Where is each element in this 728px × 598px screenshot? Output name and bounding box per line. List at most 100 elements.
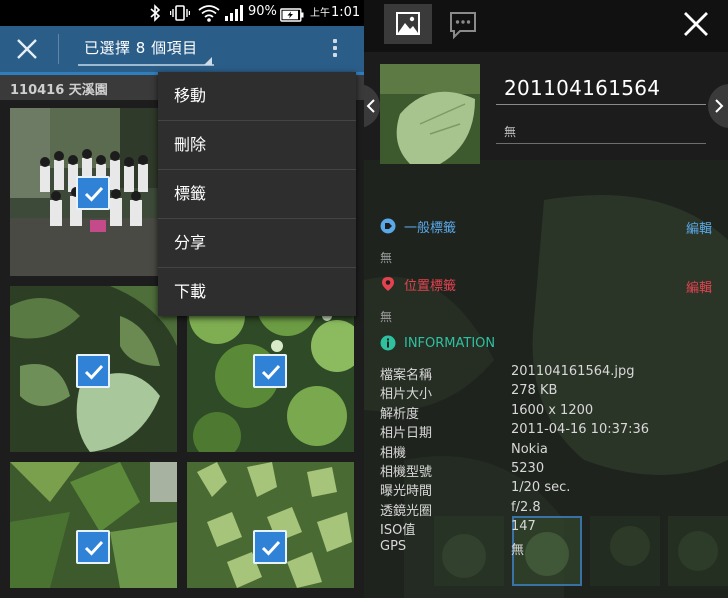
photo-tab[interactable] (384, 4, 432, 44)
selection-count-title[interactable]: 已選擇 8 個項目 (84, 37, 198, 58)
comment-tab-icon[interactable] (448, 10, 478, 40)
bluetooth-icon (150, 4, 161, 22)
info-row-gps: GPS 無 (380, 539, 720, 558)
location-tags-edit-link[interactable]: 編輯 (686, 277, 712, 296)
info-row-exposure: 曝光時間 1/20 sec. (380, 480, 720, 499)
selected-checkbox[interactable] (76, 354, 110, 388)
information-table: 檔案名稱 201104161564.jpg 相片大小 278 KB 解析度 1600 … (380, 364, 720, 558)
info-value: 278 KB (511, 383, 558, 399)
chevron-left-icon (366, 99, 375, 113)
info-icon (380, 335, 396, 351)
photo-thumbnail-1[interactable] (10, 108, 177, 276)
selection-action-bar: 已選擇 8 個項目 (0, 26, 364, 72)
overflow-popup-menu: 移動 刪除 標籤 分享 下載 (158, 72, 356, 316)
menu-item-download[interactable]: 下載 (158, 268, 356, 317)
info-row-resolution: 解析度 1600 x 1200 (380, 403, 720, 422)
general-tags-value: 無 (380, 251, 393, 265)
selected-checkbox[interactable] (76, 530, 110, 564)
info-value: Nokia (511, 441, 548, 457)
photo-thumbnail-3[interactable] (10, 286, 177, 452)
info-value: 201104161564.jpg (511, 364, 635, 379)
location-tags-value: 無 (380, 310, 393, 324)
clock: 上午1:01 (310, 4, 360, 20)
info-row-camera: 相機 Nokia (380, 442, 720, 461)
menu-item-share[interactable]: 分享 (158, 219, 356, 268)
detail-top-bar (364, 0, 728, 52)
info-value: 147 (511, 519, 536, 535)
info-row-model: 相機型號 5230 (380, 461, 720, 480)
general-tags-edit-link[interactable]: 編輯 (686, 218, 712, 237)
chevron-right-icon (715, 99, 724, 113)
info-key: 檔案名稱 (380, 368, 433, 383)
gallery-selection-screen: 90% 上午1:01 已選擇 8 個項目 110416 天溪園 移動 刪除 標籤… (0, 0, 364, 598)
info-key: 解析度 (380, 406, 420, 422)
filename-field[interactable]: 201104161564 (504, 76, 660, 100)
previous-photo-button[interactable] (364, 84, 380, 128)
overflow-menu-icon[interactable] (326, 36, 344, 64)
album-title: 110416 天溪園 (10, 83, 108, 98)
selected-checkbox[interactable] (76, 176, 110, 210)
information-title: INFORMATION (404, 335, 496, 351)
check-icon (261, 540, 281, 556)
signal-icon (225, 5, 243, 21)
info-value: 1600 x 1200 (511, 402, 594, 418)
location-tags-title: 位置標籤 (404, 278, 457, 294)
info-value: 1/20 sec. (511, 480, 571, 496)
general-tags-header: 一般標籤 (380, 216, 456, 236)
photo-detail-screen: 201104161564 無 一般標籤 編輯 無 位置標籤 編輯 無 INFOR… (364, 0, 728, 598)
info-key: 相機型號 (380, 464, 433, 480)
info-row-iso: ISO值 147 (380, 519, 720, 538)
selected-checkbox[interactable] (253, 354, 287, 388)
close-icon[interactable] (682, 10, 710, 38)
tag-icon (380, 218, 396, 234)
check-icon (84, 186, 104, 202)
info-key: GPS (380, 538, 407, 554)
next-photo-button[interactable] (708, 84, 728, 128)
info-value: 無 (511, 542, 525, 558)
check-icon (84, 540, 104, 556)
description-field[interactable]: 無 (504, 123, 516, 140)
menu-item-tag[interactable]: 標籤 (158, 170, 356, 219)
battery-charging-icon (280, 8, 304, 22)
info-key: 曝光時間 (380, 484, 433, 500)
vibrate-icon (170, 5, 190, 21)
action-bar-divider (58, 34, 59, 64)
info-key: ISO值 (380, 523, 416, 539)
filename-underline (496, 104, 706, 105)
info-row-aperture: 透鏡光圈 f/2.8 (380, 500, 720, 519)
clock-time: 1:01 (331, 5, 361, 20)
clock-ampm: 上午 (310, 8, 330, 19)
menu-item-move[interactable]: 移動 (158, 72, 356, 121)
info-row-filesize: 相片大小 278 KB (380, 383, 720, 402)
info-key: 相片日期 (380, 426, 433, 442)
detail-photo-thumbnail[interactable] (380, 64, 480, 164)
info-key: 相機 (380, 445, 407, 461)
ivy-leaves-photo-image (187, 462, 354, 588)
photo-thumbnail-5[interactable] (10, 462, 177, 588)
battery-percent: 90% (248, 4, 277, 19)
info-key: 相片大小 (380, 387, 433, 403)
maple-leaf-photo-image (10, 462, 177, 588)
photo-thumbnail-6[interactable] (187, 462, 354, 588)
close-icon[interactable] (12, 34, 42, 64)
menu-item-delete[interactable]: 刪除 (158, 121, 356, 170)
taro-leaf-thumbnail-image (380, 64, 480, 164)
location-pin-icon (382, 277, 394, 291)
check-icon (261, 364, 281, 380)
selection-spinner-underline (78, 64, 214, 66)
location-tags-header: 位置標籤 (380, 274, 456, 294)
general-tags-title: 一般標籤 (404, 220, 457, 236)
info-value: 5230 (511, 460, 545, 476)
photo-tab-icon (396, 12, 420, 35)
wifi-icon (198, 5, 220, 22)
information-header: INFORMATION (380, 333, 495, 353)
spinner-triangle-icon (204, 57, 212, 65)
info-value: 2011-04-16 10:37:36 (511, 422, 650, 438)
check-icon (84, 364, 104, 380)
selected-checkbox[interactable] (253, 530, 287, 564)
status-bar: 90% 上午1:01 (0, 0, 364, 26)
info-value: f/2.8 (511, 499, 541, 515)
info-key: 透鏡光圈 (380, 503, 433, 519)
info-row-date: 相片日期 2011-04-16 10:37:36 (380, 422, 720, 441)
description-underline (496, 143, 706, 144)
